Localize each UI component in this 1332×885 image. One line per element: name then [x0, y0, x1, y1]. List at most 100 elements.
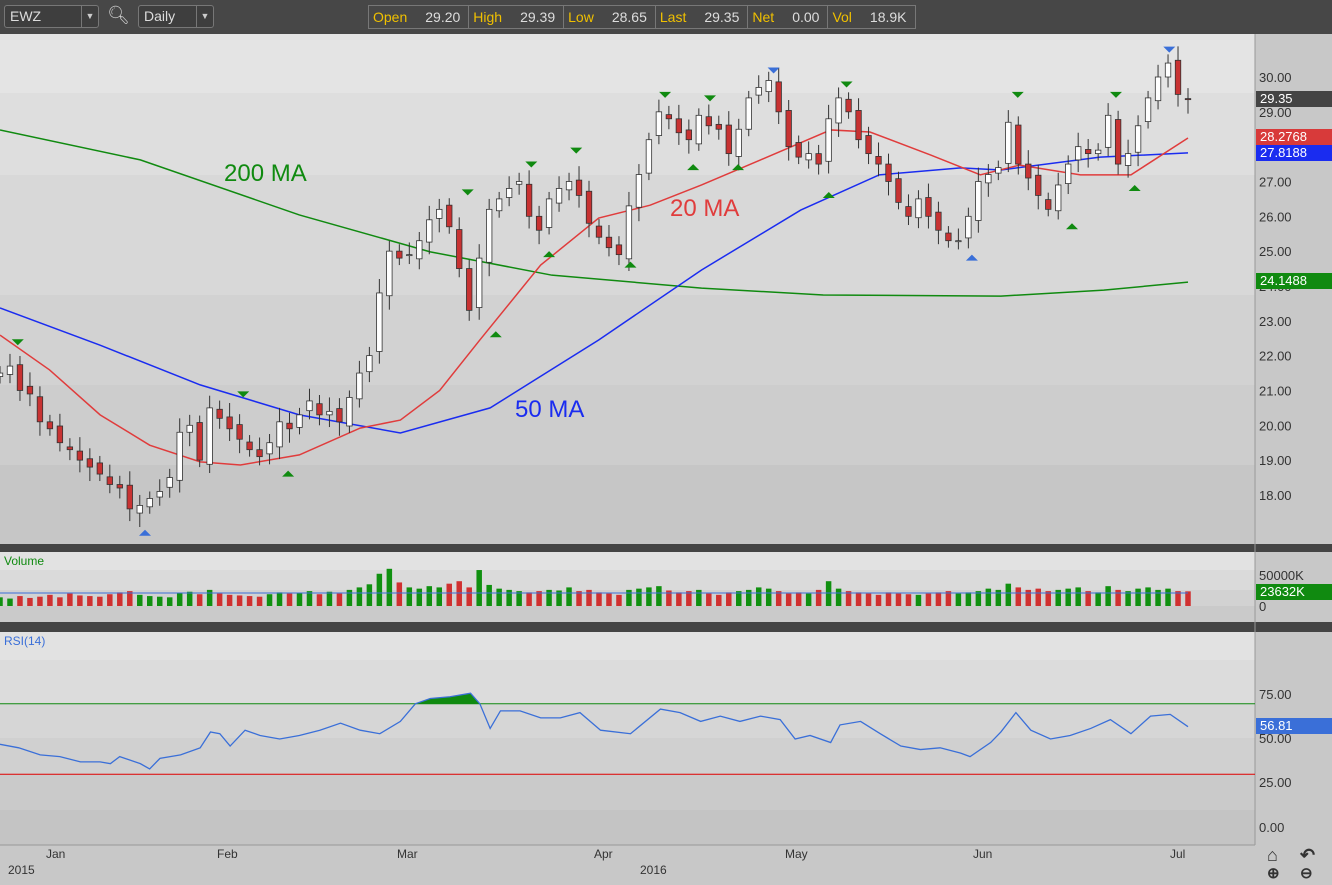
candle-down [685, 129, 692, 141]
candle-up [1095, 149, 1102, 155]
volume-bar [895, 593, 902, 606]
candle-up [995, 167, 1002, 174]
candle-up [955, 240, 962, 243]
candle-down [795, 142, 802, 158]
price-axis-tick: 26.00 [1259, 209, 1292, 224]
candle-down [705, 116, 712, 127]
candle-down [665, 114, 673, 120]
candle-up [366, 355, 373, 373]
volume-bar [546, 589, 552, 606]
price-axis-tick: 18.00 [1259, 488, 1292, 503]
zoom-out-icon[interactable]: ⊖ [1300, 864, 1313, 882]
candle-down [595, 225, 603, 238]
candle-down [1045, 199, 1052, 210]
candle-down [585, 190, 593, 224]
year-label: 2015 [8, 863, 35, 877]
candle-down [106, 476, 113, 485]
candle-down [605, 236, 613, 249]
candle-up [206, 407, 213, 465]
candle-up [915, 198, 922, 219]
candle-down [675, 118, 683, 134]
volume-bar [137, 594, 143, 606]
candle-up [1104, 114, 1112, 148]
volume-bar [855, 592, 862, 606]
volume-bar [785, 593, 792, 606]
candle-up [985, 174, 992, 184]
candle-down [1035, 174, 1042, 196]
chart-canvas[interactable]: 30.0029.0028.0027.0026.0025.0024.0023.00… [0, 0, 1332, 885]
volume-bar [77, 595, 83, 606]
candle-up [406, 254, 413, 257]
volume-bar [1025, 589, 1032, 606]
candle-down [1114, 119, 1122, 165]
candle-up [755, 87, 762, 96]
volume-bar [865, 593, 872, 606]
zoom-in-icon[interactable]: ⊕ [1267, 864, 1280, 882]
volume-bar [336, 593, 343, 606]
candle-down [66, 446, 74, 451]
price-band [0, 93, 1255, 175]
volume-bar [87, 596, 93, 606]
candle-up [735, 128, 742, 157]
volume-bar [97, 596, 103, 606]
candle-down [615, 244, 623, 256]
volume-bar [276, 592, 283, 606]
ma50-label: 50 MA [515, 396, 585, 423]
volume-bar [286, 593, 293, 606]
rsi-axis-tick: 75.00 [1259, 687, 1292, 702]
candle-down [905, 206, 912, 217]
candle-down [226, 416, 233, 430]
home-icon[interactable]: ⌂ [1267, 845, 1278, 866]
volume-bar [256, 596, 263, 606]
candle-up [655, 111, 663, 136]
rsi-band [0, 632, 1255, 660]
volume-badge: 23632K [1256, 584, 1332, 600]
volume-bar [586, 589, 592, 606]
undo-icon[interactable]: ↶ [1300, 845, 1315, 866]
candle-up [635, 174, 643, 208]
volume-bar [596, 592, 602, 606]
volume-bar [356, 587, 363, 606]
candle-up [1065, 163, 1072, 184]
volume-bar [696, 589, 702, 606]
volume-panel-title: Volume [4, 554, 45, 568]
volume-bar [566, 587, 572, 606]
rsi-band [0, 774, 1255, 810]
candle-up [825, 118, 832, 162]
volume-bar [606, 593, 612, 606]
candle-down [775, 81, 782, 113]
volume-bar [526, 592, 532, 606]
volume-bar [1165, 588, 1171, 606]
volume-bar [486, 584, 492, 606]
volume-bar [376, 573, 383, 606]
price-axis-tick: 19.00 [1259, 453, 1292, 468]
volume-bar [726, 592, 732, 606]
price-band [0, 465, 1255, 544]
candle-up [515, 181, 523, 185]
volume-bar [37, 596, 43, 606]
candle-up [326, 410, 333, 416]
ma200-label: 200 MA [224, 160, 307, 187]
month-label: May [785, 847, 808, 861]
candle-down [815, 153, 822, 165]
candle-up [745, 97, 752, 130]
candle-up [6, 365, 14, 375]
candle-down [26, 385, 34, 395]
price-band [0, 34, 1255, 93]
candle-up [496, 198, 503, 212]
volume-bar [1005, 583, 1012, 606]
price-axis-tick: 25.00 [1259, 244, 1292, 259]
candle-down [456, 229, 463, 269]
volume-bar [716, 594, 722, 606]
candle-down [286, 422, 293, 430]
volume-bar [186, 591, 193, 606]
volume-bar [1115, 589, 1121, 606]
volume-axis-top: 50000K [1259, 568, 1304, 583]
volume-bar [147, 596, 153, 606]
candle-up [136, 505, 143, 514]
candle-up [186, 424, 193, 433]
volume-bar [1055, 589, 1061, 606]
volume-bar [216, 593, 223, 606]
volume-bar [506, 589, 512, 606]
candle-down [1015, 124, 1022, 165]
